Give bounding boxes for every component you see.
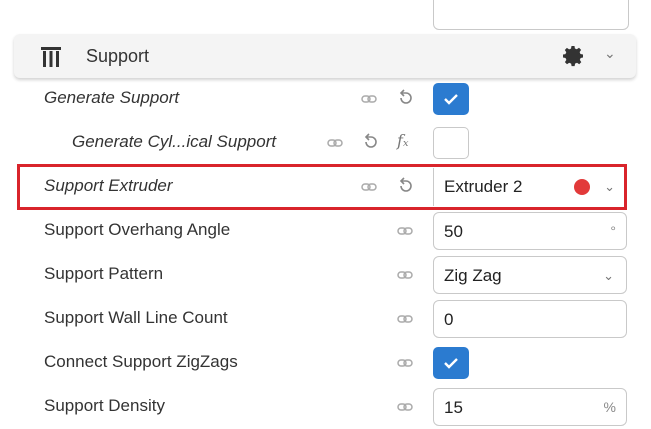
setting-label: Support Wall Line Count xyxy=(44,308,228,327)
support-density-input[interactable]: 15 % xyxy=(433,388,627,426)
support-section-header[interactable]: Support ⌄ xyxy=(14,34,636,78)
input-value: 50 xyxy=(444,222,463,241)
reset-icon[interactable] xyxy=(397,89,413,107)
extruder-color-swatch xyxy=(574,179,590,195)
setting-label: Support Overhang Angle xyxy=(44,220,231,239)
link-icon xyxy=(397,271,413,279)
setting-row-generate-support: Generate Support xyxy=(0,77,651,121)
link-icon xyxy=(327,139,343,147)
setting-row-support-pattern: Support Pattern Zig Zag ⌄ xyxy=(0,253,651,297)
link-icon xyxy=(361,183,377,191)
setting-label: Support Pattern xyxy=(44,264,164,283)
support-wall-line-count-input[interactable]: 0 xyxy=(433,300,627,338)
input-value: 0 xyxy=(444,310,454,329)
setting-label: Generate Support xyxy=(44,88,180,107)
generate-cylindrical-support-checkbox[interactable] xyxy=(433,127,469,159)
gear-icon[interactable] xyxy=(562,44,586,68)
link-icon xyxy=(397,315,413,323)
setting-row-generate-cylindrical-support: Generate Cyl...ical Support fₓ xyxy=(0,121,651,165)
chevron-down-icon: ⌄ xyxy=(603,268,614,283)
unit-label: % xyxy=(603,399,616,415)
input-value: 15 xyxy=(444,398,463,417)
setting-row-support-overhang-angle: Support Overhang Angle 50 ° xyxy=(0,209,651,253)
support-pattern-dropdown[interactable]: Zig Zag ⌄ xyxy=(433,256,627,294)
reset-icon[interactable] xyxy=(362,133,378,151)
section-title: Support xyxy=(86,46,150,66)
generate-support-checkbox[interactable] xyxy=(433,83,469,115)
setting-label: Connect Support ZigZags xyxy=(44,352,238,371)
link-icon xyxy=(397,359,413,367)
setting-label: Support Extruder xyxy=(44,176,173,195)
link-icon xyxy=(361,95,377,103)
connect-support-zigzags-checkbox[interactable] xyxy=(433,347,469,379)
setting-label: Support Density xyxy=(44,396,165,415)
dropdown-value: Extruder 2 xyxy=(444,177,523,196)
unit-label: ° xyxy=(610,223,616,239)
setting-row-connect-support-zigzags: Connect Support ZigZags xyxy=(0,341,651,385)
setting-row-support-extruder: Support Extruder Extruder 2 ⌄ xyxy=(0,165,651,209)
setting-label: Generate Cyl...ical Support xyxy=(72,132,277,151)
link-icon xyxy=(397,403,413,411)
reset-icon[interactable] xyxy=(397,177,413,195)
support-extruder-dropdown[interactable]: Extruder 2 ⌄ xyxy=(433,168,627,206)
chevron-down-icon[interactable]: ⌄ xyxy=(604,45,616,62)
setting-row-support-density: Support Density 15 % xyxy=(0,385,651,429)
chevron-down-icon: ⌄ xyxy=(604,179,615,194)
link-icon xyxy=(397,227,413,235)
dropdown-value: Zig Zag xyxy=(444,266,502,285)
previous-setting-field[interactable] xyxy=(433,0,629,30)
setting-row-support-wall-line-count: Support Wall Line Count 0 xyxy=(0,297,651,341)
support-overhang-angle-input[interactable]: 50 ° xyxy=(433,212,627,250)
support-category-icon xyxy=(41,47,61,67)
formula-icon[interactable]: fₓ xyxy=(397,131,409,150)
